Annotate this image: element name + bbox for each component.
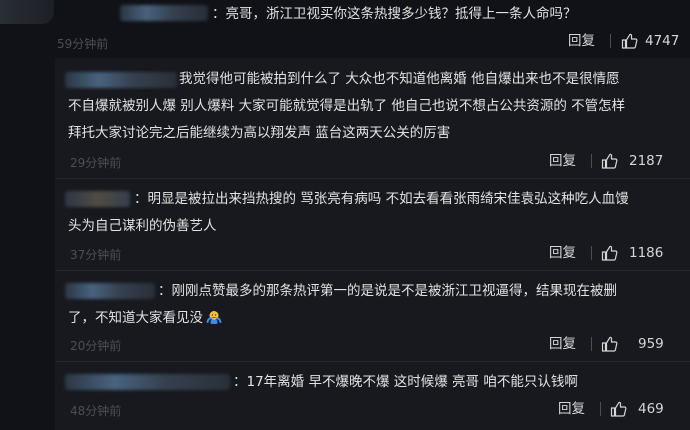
comment-time: 59分钟前 [57, 37, 109, 51]
username-blurred[interactable] [65, 191, 130, 207]
reply-list: 我觉得他可能被拍到什么了 大众也不知道他离婚 他自爆出来也不是很情愿 不自爆就被… [55, 58, 690, 430]
comment-prefix: ： [212, 6, 226, 22]
thumbs-up-icon[interactable] [621, 33, 638, 49]
divider [55, 270, 690, 271]
reply-body: 明显是被拉出来挡热搜的 骂张亮有病吗 不如去看看张雨绮宋佳袁弘这种吃人血馒 [147, 191, 629, 207]
thumbs-up-icon[interactable] [601, 153, 618, 169]
reply-time: 48分钟前 [70, 404, 122, 418]
reply-body: 刚刚点赞最多的那条热评第一的是说是不是被浙江卫视逼得，结果现在被删 [171, 283, 618, 299]
username-blurred[interactable] [65, 72, 177, 88]
reply-time: 20分钟前 [70, 339, 122, 353]
reply-prefix: ： [158, 283, 172, 299]
reply-text-line: 头为自己谋利的伪善艺人 [68, 218, 217, 234]
shrug-emoji [206, 311, 222, 324]
thumbs-up-icon[interactable] [610, 401, 627, 417]
reply-body: 17年离婚 早不爆晚不爆 这时候爆 亮哥 咱不能只认钱啊 [246, 374, 578, 390]
reply-text-line: 我觉得他可能被拍到什么了 大众也不知道他离婚 他自爆出来也不是很情愿 [179, 71, 620, 87]
separator [591, 246, 592, 260]
reply-text-line: 不自爆就被别人爆 别人爆料 大家可能就觉得是出轨了 他自己也说不想占公共资源的 … [68, 98, 626, 114]
reply-text-line: ：明显是被拉出来挡热搜的 骂张亮有病吗 不如去看看张雨绮宋佳袁弘这种吃人血馒 [134, 188, 629, 210]
thumbs-up-icon[interactable] [601, 336, 618, 352]
separator [591, 154, 592, 168]
like-count: 2187 [629, 153, 664, 169]
separator [591, 337, 592, 351]
like-count: 4747 [645, 33, 680, 49]
reply-text-line: 了，不知道大家看见没 [68, 307, 222, 329]
reply-prefix: ： [134, 191, 148, 207]
like-count: 469 [638, 401, 664, 417]
separator [610, 34, 611, 48]
username-blurred[interactable] [65, 374, 230, 390]
reply-text-line: ：刚刚点赞最多的那条热评第一的是说是不是被浙江卫视逼得，结果现在被删 [158, 280, 617, 302]
username-blurred[interactable] [65, 283, 155, 299]
comment-body: 亮哥，浙江卫视买你这条热搜多少钱？抵得上一条人命吗？ [225, 6, 577, 22]
reply-text-line: ：17年离婚 早不爆晚不爆 这时候爆 亮哥 咱不能只认钱啊 [233, 371, 578, 393]
divider [55, 361, 690, 362]
reply-button[interactable]: 回复 [549, 244, 576, 262]
divider [55, 178, 690, 179]
reply-button[interactable]: 回复 [568, 32, 595, 50]
reply-button[interactable]: 回复 [549, 152, 576, 170]
reply-time: 29分钟前 [70, 156, 122, 170]
username-blurred[interactable] [120, 5, 208, 21]
reply-time: 37分钟前 [70, 248, 122, 262]
reply-button[interactable]: 回复 [558, 400, 585, 418]
reply-body: 了，不知道大家看见没 [68, 310, 203, 326]
top-comment: ：亮哥，浙江卫视买你这条热搜多少钱？抵得上一条人命吗？ 59分钟前 回复 474… [0, 0, 690, 58]
reply-text-line: 拜托大家讨论完之后能继续为高以翔发声 蓝台这两天公关的厉害 [68, 125, 451, 141]
avatar[interactable] [0, 0, 54, 24]
like-count: 1186 [629, 245, 664, 261]
thumbs-up-icon[interactable] [601, 245, 618, 261]
reply-button[interactable]: 回复 [549, 335, 576, 353]
reply-prefix: ： [233, 374, 247, 390]
comment-text: ：亮哥，浙江卫视买你这条热搜多少钱？抵得上一条人命吗？ [212, 3, 577, 25]
like-count: 959 [638, 336, 664, 352]
comment-page: ：亮哥，浙江卫视买你这条热搜多少钱？抵得上一条人命吗？ 59分钟前 回复 474… [0, 0, 690, 430]
separator [600, 402, 601, 416]
